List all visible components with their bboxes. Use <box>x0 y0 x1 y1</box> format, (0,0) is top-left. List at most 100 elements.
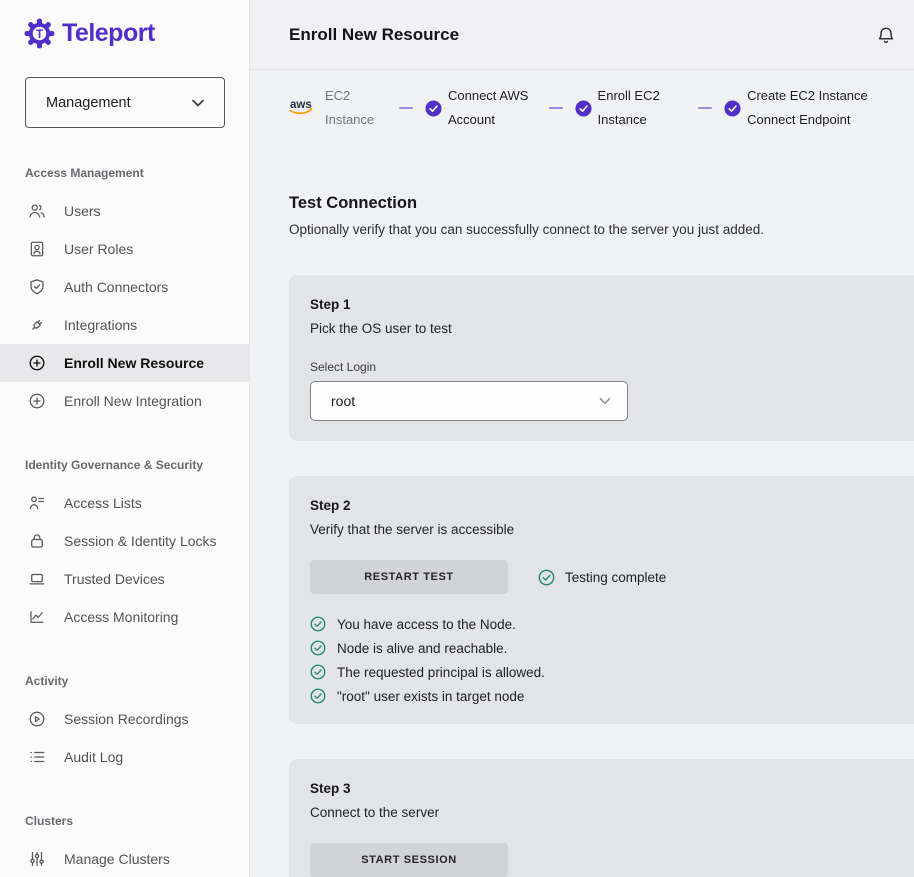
sidebar-item-access-lists[interactable]: Access Lists <box>0 484 249 522</box>
step1-description: Pick the OS user to test <box>310 319 914 339</box>
step-complete-icon <box>724 100 741 117</box>
check-item-label: The requested principal is allowed. <box>337 665 545 680</box>
step-complete-icon <box>425 100 442 117</box>
step-complete-icon <box>575 100 592 117</box>
step2-title: Step 2 <box>310 496 914 516</box>
shield-check-icon <box>28 278 46 296</box>
aws-logo: aws <box>288 96 316 120</box>
step2-description: Verify that the server is accessible <box>310 520 914 540</box>
nav-section-header: Identity Governance & Security <box>0 446 249 484</box>
teleport-wordmark: Teleport <box>62 19 155 48</box>
page-title: Enroll New Resource <box>289 25 459 45</box>
check-item-label: You have access to the Node. <box>337 617 516 632</box>
sidebar-item-enroll-new-resource[interactable]: Enroll New Resource <box>0 344 249 382</box>
section-title: Test Connection <box>289 194 914 213</box>
management-dropdown-value: Management <box>46 95 131 111</box>
testing-status-label: Testing complete <box>565 570 666 585</box>
person-list-icon <box>28 494 46 512</box>
testing-status: Testing complete <box>538 569 666 586</box>
teleport-gear-icon: T <box>24 18 55 49</box>
sidebar-item-trusted-devices[interactable]: Trusted Devices <box>0 560 249 598</box>
sidebar-item-auth-connectors[interactable]: Auth Connectors <box>0 268 249 306</box>
enroll-stepper: aws EC2 Instance Connect AWS Account Enr… <box>250 70 914 144</box>
check-circle-icon <box>310 664 326 680</box>
login-select-value: root <box>331 393 355 409</box>
chevron-down-icon <box>596 392 614 410</box>
stepper-provider-label: EC2 Instance <box>325 84 387 132</box>
app-root: T Teleport Management Access Management … <box>0 0 914 877</box>
check-item-label: Node is alive and reachable. <box>337 641 507 656</box>
check-circle-icon <box>538 569 555 586</box>
svg-text:T: T <box>36 28 43 41</box>
nav-section-access-management: Access Management Users User Roles Auth … <box>0 154 249 420</box>
plug-icon <box>28 316 46 334</box>
id-card-icon <box>28 240 46 258</box>
laptop-icon <box>28 570 46 588</box>
main-area: Enroll New Resource aws EC2 Instance <box>250 0 914 877</box>
lock-icon <box>28 532 46 550</box>
step3-title: Step 3 <box>310 779 914 799</box>
teleport-logo[interactable]: T Teleport <box>0 0 249 49</box>
sliders-icon <box>28 850 46 868</box>
section-subtitle: Optionally verify that you can successfu… <box>289 222 914 237</box>
sidebar-item-label: Users <box>64 203 101 219</box>
sidebar-item-access-monitoring[interactable]: Access Monitoring <box>0 598 249 636</box>
users-icon <box>28 202 46 220</box>
nav-section-header: Clusters <box>0 802 249 840</box>
sidebar-item-label: Auth Connectors <box>64 279 168 295</box>
step1-card: Step 1 Pick the OS user to test Select L… <box>289 275 914 441</box>
nav-section-activity: Activity Session Recordings Audit Log <box>0 662 249 776</box>
sidebar-item-audit-log[interactable]: Audit Log <box>0 738 249 776</box>
step3-description: Connect to the server <box>310 803 914 823</box>
management-dropdown[interactable]: Management <box>25 77 225 128</box>
sidebar-item-label: Enroll New Integration <box>64 393 202 409</box>
nav-section-header: Activity <box>0 662 249 700</box>
sidebar-item-enroll-new-integration[interactable]: Enroll New Integration <box>0 382 249 420</box>
nav-section-identity-governance: Identity Governance & Security Access Li… <box>0 446 249 636</box>
svg-text:aws: aws <box>290 99 312 111</box>
test-row: RESTART TEST Testing complete <box>310 560 914 594</box>
sidebar-item-label: Integrations <box>64 317 137 333</box>
sidebar-item-label: Session & Identity Locks <box>64 533 217 549</box>
check-item: You have access to the Node. <box>310 616 914 632</box>
select-login-label: Select Login <box>310 360 914 374</box>
stepper-step-label[interactable]: Enroll EC2 Instance <box>598 84 687 132</box>
check-list: You have access to the Node. Node is ali… <box>310 616 914 704</box>
check-item: Node is alive and reachable. <box>310 640 914 656</box>
sidebar-item-session-identity-locks[interactable]: Session & Identity Locks <box>0 522 249 560</box>
step3-card: Step 3 Connect to the server START SESSI… <box>289 759 914 877</box>
plus-circle-icon <box>28 392 46 410</box>
stepper-step-label[interactable]: Create EC2 Instance Connect Endpoint <box>747 84 914 132</box>
stepper-step-label[interactable]: Connect AWS Account <box>448 84 537 132</box>
sidebar-item-user-roles[interactable]: User Roles <box>0 230 249 268</box>
start-session-button[interactable]: START SESSION <box>310 843 508 877</box>
check-circle-icon <box>310 616 326 632</box>
sidebar-item-integrations[interactable]: Integrations <box>0 306 249 344</box>
stepper-connector <box>399 107 413 109</box>
sidebar-item-label: Access Lists <box>64 495 142 511</box>
nav-section-clusters: Clusters Manage Clusters <box>0 802 249 877</box>
stepper-provider: aws EC2 Instance <box>288 84 387 132</box>
test-connection-section: Test Connection Optionally verify that y… <box>250 144 914 877</box>
sidebar-item-label: Access Monitoring <box>64 609 178 625</box>
restart-test-button[interactable]: RESTART TEST <box>310 560 508 594</box>
notifications-bell-icon[interactable] <box>876 25 896 45</box>
check-circle-icon <box>310 688 326 704</box>
sidebar: T Teleport Management Access Management … <box>0 0 250 877</box>
check-circle-icon <box>310 640 326 656</box>
sidebar-item-label: Audit Log <box>64 749 123 765</box>
chart-line-icon <box>28 608 46 626</box>
sidebar-item-label: Session Recordings <box>64 711 189 727</box>
step2-card: Step 2 Verify that the server is accessi… <box>289 476 914 724</box>
sidebar-item-manage-clusters[interactable]: Manage Clusters <box>0 840 249 877</box>
chevron-down-icon <box>188 93 208 113</box>
stepper-connector <box>549 107 563 109</box>
sidebar-item-session-recordings[interactable]: Session Recordings <box>0 700 249 738</box>
check-item: The requested principal is allowed. <box>310 664 914 680</box>
login-select[interactable]: root <box>310 381 628 421</box>
step1-title: Step 1 <box>310 295 914 315</box>
sidebar-item-users[interactable]: Users <box>0 192 249 230</box>
sidebar-item-label: Trusted Devices <box>64 571 165 587</box>
play-circle-icon <box>28 710 46 728</box>
list-icon <box>28 748 46 766</box>
